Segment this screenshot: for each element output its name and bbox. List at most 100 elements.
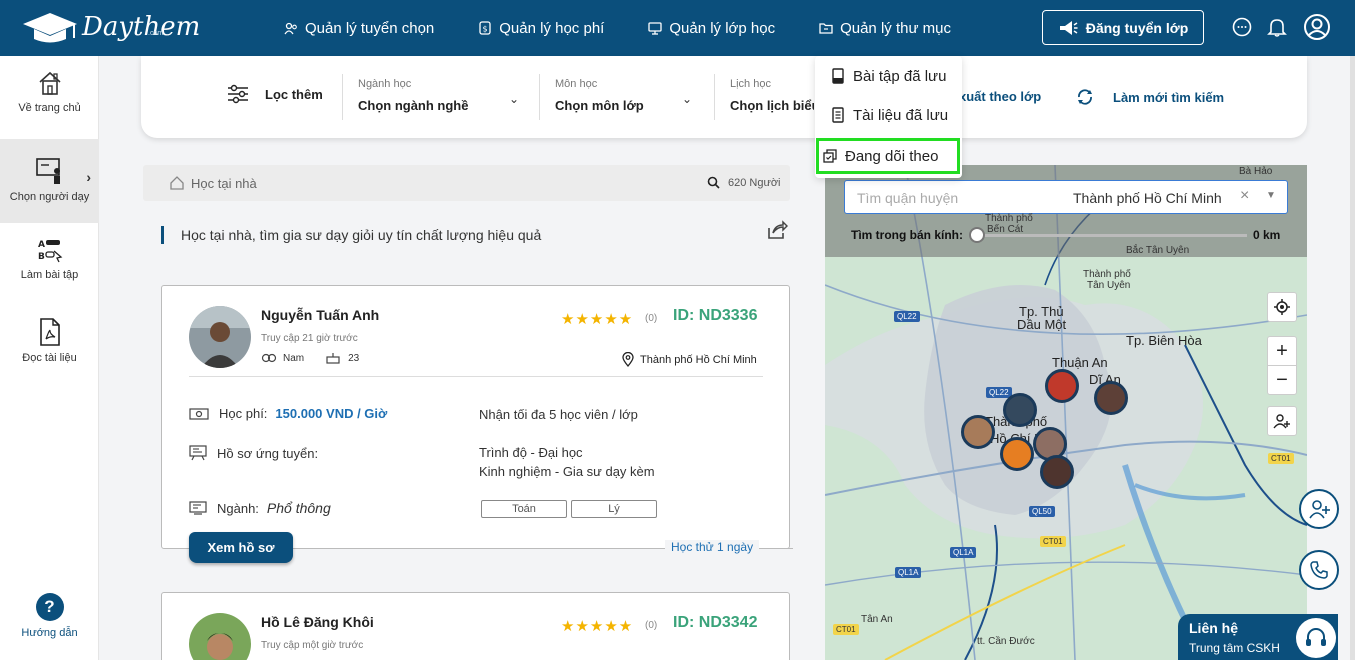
chevron-down-icon[interactable]: ▼ [1266,190,1276,201]
sidebar-item-read-documents[interactable]: Đọc tài liệu [0,318,99,364]
avatar[interactable] [189,306,251,368]
tutor-name[interactable]: Hồ Lê Đăng Khôi [261,614,374,630]
clear-icon[interactable]: × [1240,187,1249,205]
tutor-card: Nguyễn Tuấn Anh Truy cập 21 giờ trước Na… [161,285,793,563]
education-text: Trình độ - Đại học [479,445,583,460]
major-value: Chọn ngành nghề [358,98,469,113]
logo[interactable]: Daythem [20,8,200,46]
page-scrollbar[interactable] [1350,56,1355,660]
last-access: Truy cập một giờ trước [261,640,364,651]
add-friend-button[interactable] [1299,489,1339,529]
last-access: Truy cập 21 giờ trước [261,333,358,344]
refresh-search-button[interactable]: Làm mới tìm kiếm [1076,89,1224,105]
map-panel[interactable]: Tìm quận huyện Thành phố Hồ Chí Minh × ▼… [825,165,1307,660]
sidebar-item-label: Làm bài tập [20,269,79,281]
zoom-in-button[interactable]: + [1267,336,1297,366]
sidebar: Về trang chủ Chọn người dạy › AB Làm bài… [0,56,99,660]
tutor-meta: Nam 23 [261,352,365,364]
post-class-label: Đăng tuyển lớp [1085,19,1189,36]
money-icon [189,407,209,420]
call-button[interactable] [1299,550,1339,590]
nav-fee-management[interactable]: $ Quản lý học phí [478,20,604,37]
folder-dropdown-menu: Bài tập đã lưu Tài liệu đã lưu Đang dõi … [815,56,962,178]
schedule-select[interactable]: Lịch học Chọn lịch biểu [714,74,814,120]
logo-text: Daythem [82,12,201,42]
class-icon [648,22,662,35]
location-text: Thành phố Hồ Chí Minh [640,353,757,366]
page-tagline: Học tại nhà, tìm gia sư dạy giỏi uy tín … [161,226,541,244]
experience-text: Kinh nghiệm - Gia sư dạy kèm [479,464,655,479]
road-badge: CT01 [1040,536,1066,547]
tutor-map-pin[interactable] [1040,455,1074,489]
teacher-icon [35,158,60,184]
sidebar-item-choose-tutor[interactable]: Chọn người dạy › [0,139,99,223]
rating-count: (0) [645,620,658,631]
road-badge: QL50 [1029,506,1055,517]
divider [189,376,763,377]
bell-icon[interactable] [1266,16,1288,38]
nav-label: Quản lý lớp học [669,19,776,37]
subject-tag: Toán [481,500,567,518]
customer-support-widget[interactable]: Liên hệ Trung tâm CSKH [1178,614,1338,660]
nav-class-management[interactable]: Quản lý lớp học [648,20,775,37]
refresh-search-label: Làm mới tìm kiếm [1113,89,1225,105]
exercise-icon: AB [38,240,62,263]
sidebar-item-guide[interactable]: ? Hướng dẫn [0,593,99,639]
view-profile-button[interactable]: Xem hồ sơ [189,532,293,563]
tutor-location: Thành phố Hồ Chí Minh [622,352,757,367]
gender-text: Nam [283,352,305,364]
district-search-placeholder: Tìm quận huyện [857,190,959,206]
post-class-button[interactable]: Đăng tuyển lớp [1042,10,1204,45]
menu-item-saved-documents[interactable]: Tài liệu đã lưu [819,98,960,132]
map-label: Thuận An [1052,355,1108,370]
sliders-icon [228,84,248,104]
share-icon[interactable] [766,220,788,240]
tutor-map-pin[interactable] [961,415,995,449]
svg-text:B: B [38,252,45,262]
export-by-class-link[interactable]: xuất theo lớp [959,89,1041,104]
home-icon [38,71,61,95]
user-avatar-icon[interactable] [1303,13,1331,41]
following-icon [823,149,837,163]
road-badge: QL22 [894,311,920,322]
rating-stars: ★★★★★ [561,618,634,635]
filter-bar: Lọc thêm Ngành học Chọn ngành nghề ⌄ Môn… [141,56,1307,138]
major-select[interactable]: Ngành học Chọn ngành nghề ⌄ [342,74,527,120]
tutor-map-pin[interactable] [1045,369,1079,403]
fee-row: Học phí: 150.000 VND / Giờ [189,406,387,421]
add-person-map-button[interactable] [1267,406,1297,436]
sidebar-item-exercises[interactable]: AB Làm bài tập [0,237,99,281]
phone-icon [1310,561,1328,579]
gender-icon [261,353,277,363]
locate-button[interactable] [1267,292,1297,322]
map-label: Thành phố [1083,269,1131,280]
menu-item-following[interactable]: Đang dõi theo [816,138,960,174]
menu-item-saved-exercises[interactable]: Bài tập đã lưu [819,59,960,93]
nav-recruit-management[interactable]: Quản lý tuyển chọn [284,20,434,37]
sidebar-item-home[interactable]: Về trang chủ [0,70,99,114]
avatar[interactable] [189,613,251,660]
subject-label: Môn học [555,78,598,90]
tutor-name[interactable]: Nguyễn Tuấn Anh [261,307,379,323]
tutor-map-pin[interactable] [1094,381,1128,415]
tutor-map-pin[interactable] [1000,437,1034,471]
nav-folder-management[interactable]: Quản lý thư mục [819,20,951,37]
radius-slider-handle[interactable] [969,227,985,243]
district-search-input[interactable]: Tìm quận huyện Thành phố Hồ Chí Minh × ▼ [844,180,1288,214]
map-label: Tân An [861,614,893,625]
subject-select[interactable]: Môn học Chọn môn lớp ⌄ [539,74,699,120]
map-label: Bến Cát [987,224,1024,235]
saved-exercise-icon [832,68,844,84]
study-mode-text: Học tại nhà [191,176,257,191]
major-label: Ngành học [358,78,412,90]
chat-icon[interactable] [1231,16,1253,38]
more-filters-button[interactable]: Lọc thêm [227,84,323,104]
result-count-text: 620 Người [728,176,781,189]
zoom-out-button[interactable]: − [1267,365,1297,395]
search-mode-row[interactable]: Học tại nhà 620 Người [143,165,790,201]
map-label: Bà Hảo [1239,166,1273,177]
tutor-map-pin[interactable] [1003,393,1037,427]
monitor-icon [189,501,207,515]
major-label: Ngành: [217,500,259,516]
megaphone-icon [1059,20,1078,35]
